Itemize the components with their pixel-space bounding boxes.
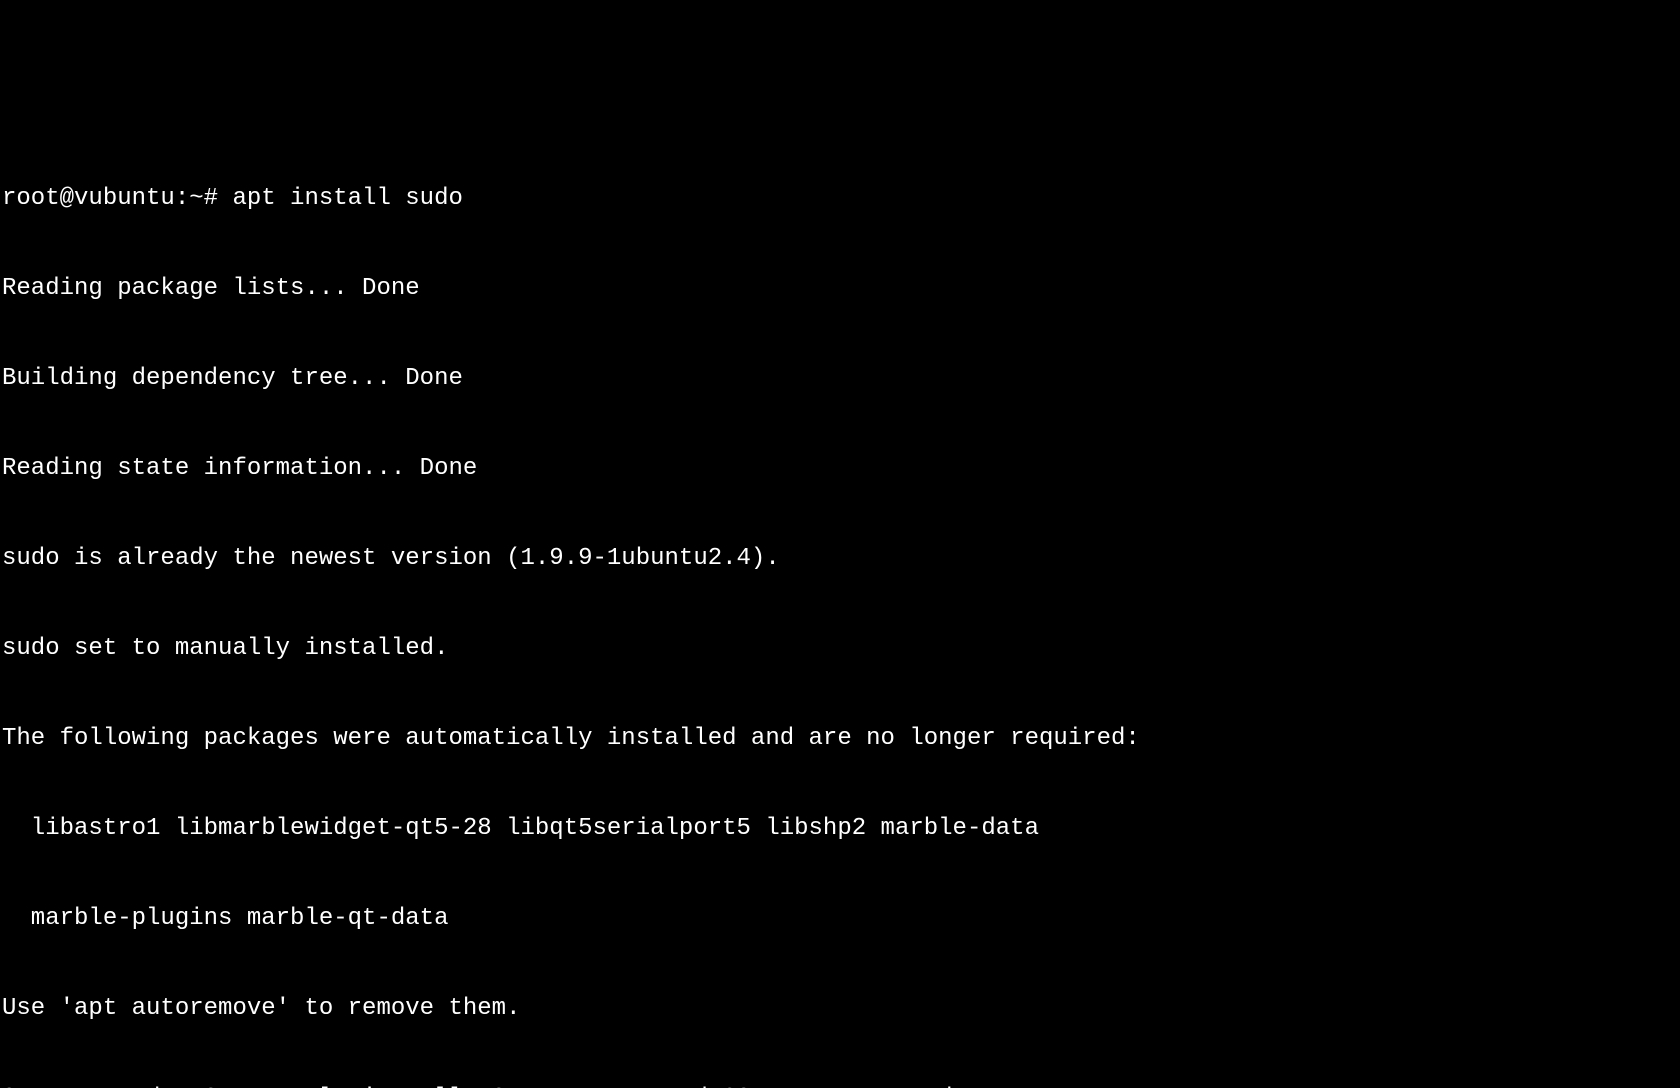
terminal-line: The following packages were automaticall… [2, 724, 1678, 754]
terminal-line: Reading package lists... Done [2, 274, 1678, 304]
terminal-line: root@vubuntu:~# apt install sudo [2, 184, 1678, 214]
terminal-line: marble-plugins marble-qt-data [2, 904, 1678, 934]
terminal-line: libastro1 libmarblewidget-qt5-28 libqt5s… [2, 814, 1678, 844]
terminal-line: Building dependency tree... Done [2, 364, 1678, 394]
terminal-line: sudo is already the newest version (1.9.… [2, 544, 1678, 574]
terminal-line: 0 to upgrade, 0 to newly install, 0 to r… [2, 1084, 1678, 1088]
terminal-line: sudo set to manually installed. [2, 634, 1678, 664]
terminal-line: Use 'apt autoremove' to remove them. [2, 994, 1678, 1024]
terminal-line: Reading state information... Done [2, 454, 1678, 484]
terminal-output[interactable]: root@vubuntu:~# apt install sudo Reading… [2, 124, 1678, 1088]
